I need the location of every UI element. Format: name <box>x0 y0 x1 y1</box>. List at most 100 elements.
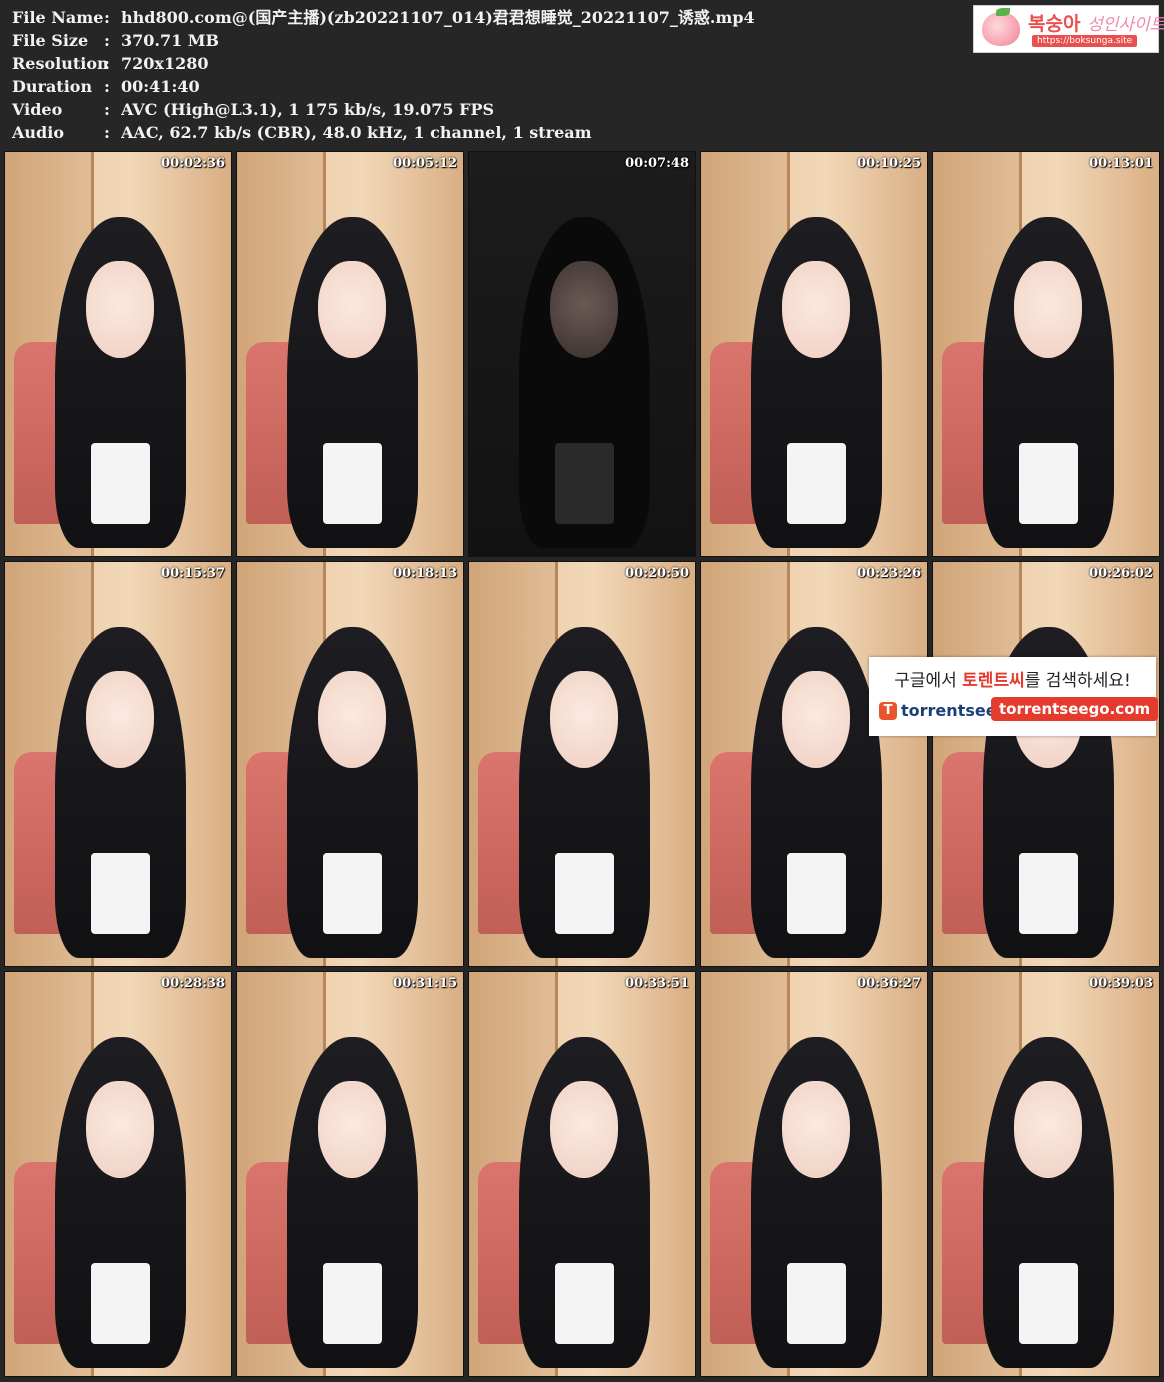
peach-icon <box>982 12 1020 46</box>
thumbnail-timestamp: 00:18:13 <box>393 566 457 581</box>
thumbnail[interactable]: 00:31:15 <box>236 971 464 1377</box>
thumbnail[interactable]: 00:23:26 <box>700 561 928 967</box>
clothing-shape <box>90 1262 150 1344</box>
thumbnail[interactable]: 00:26:02 <box>932 561 1160 967</box>
clothing-shape <box>786 442 846 524</box>
site-logo[interactable]: 복숭아 성인사이트 https://boksunga.site <box>973 5 1164 53</box>
logo-title: 복숭아 성인사이트 <box>1028 9 1164 36</box>
ad-brand-name: torrentsee <box>901 701 997 720</box>
thumbnail-timestamp: 00:10:25 <box>857 156 921 171</box>
face-shape <box>782 261 851 359</box>
thumbnail[interactable]: 00:33:51 <box>468 971 696 1377</box>
thumbnail-timestamp: 00:13:01 <box>1089 156 1153 171</box>
file-info-row-size: File Size : 370.71 MB <box>12 29 952 52</box>
thumbnail[interactable]: 00:15:37 <box>4 561 232 967</box>
logo-url: https://boksunga.site <box>1032 35 1138 47</box>
clothing-shape <box>322 442 382 524</box>
file-info-value: AAC, 62.7 kb/s (CBR), 48.0 kHz, 1 channe… <box>121 123 592 142</box>
clothing-shape <box>1018 852 1078 934</box>
leaf-icon <box>996 8 1010 16</box>
clothing-shape <box>554 1262 614 1344</box>
face-shape <box>782 1081 851 1179</box>
file-info-key: Audio <box>12 123 64 142</box>
thumbnail-timestamp: 00:26:02 <box>1089 566 1153 581</box>
logo-title-accent: 성인사이트 <box>1087 15 1164 35</box>
face-shape <box>550 261 619 359</box>
file-info-value: 720x1280 <box>121 54 209 73</box>
face-shape <box>550 671 619 769</box>
ad-headline: 구글에서 토렌트씨를 검색하세요! <box>869 666 1156 691</box>
thumbnail-timestamp: 00:33:51 <box>625 976 689 991</box>
clothing-shape <box>1018 1262 1078 1344</box>
file-info-key: Video <box>12 100 63 119</box>
clothing-shape <box>1018 442 1078 524</box>
thumbnail-timestamp: 00:23:26 <box>857 566 921 581</box>
ad-headline-prefix: 구글에서 <box>894 671 963 691</box>
logo-title-main: 복숭아 <box>1028 13 1081 35</box>
face-shape <box>318 671 387 769</box>
face-shape <box>318 261 387 359</box>
file-info-separator: : <box>104 77 110 96</box>
face-shape <box>1014 1081 1083 1179</box>
thumbnail-timestamp: 00:07:48 <box>625 156 689 171</box>
file-info-value: 370.71 MB <box>121 31 220 50</box>
thumbnail-timestamp: 00:28:38 <box>161 976 225 991</box>
thumbnail[interactable]: 00:05:12 <box>236 151 464 557</box>
thumbnail[interactable]: 00:07:48 <box>468 151 696 557</box>
file-info-row-resolution: Resolution : 720x1280 <box>12 52 952 75</box>
file-info-separator: : <box>104 123 110 142</box>
thumbnail[interactable]: 00:18:13 <box>236 561 464 967</box>
face-shape <box>782 671 851 769</box>
ad-banner[interactable]: 구글에서 토렌트씨를 검색하세요! T torrentsee torrentse… <box>869 657 1159 736</box>
ad-brand: T torrentsee <box>879 701 997 720</box>
file-info-key: Duration <box>12 77 93 96</box>
file-info-value: hhd800.com@(国产主播)(zb20221107_014)君君想睡觉_2… <box>121 8 755 27</box>
face-shape <box>550 1081 619 1179</box>
file-info-key: File Name <box>12 8 104 27</box>
file-info-separator: : <box>104 54 110 73</box>
clothing-shape <box>322 1262 382 1344</box>
thumbnail[interactable]: 00:28:38 <box>4 971 232 1377</box>
thumbnail-timestamp: 00:39:03 <box>1089 976 1153 991</box>
clothing-shape <box>786 1262 846 1344</box>
clothing-shape <box>554 442 614 524</box>
thumbnail[interactable]: 00:13:01 <box>932 151 1160 557</box>
clothing-shape <box>90 852 150 934</box>
thumbnail-grid: 00:02:36 00:05:12 00:07:48 00:10:25 00:1… <box>4 151 1162 1380</box>
thumbnail-timestamp: 00:02:36 <box>161 156 225 171</box>
thumbnail-timestamp: 00:15:37 <box>161 566 225 581</box>
file-info-value: 00:41:40 <box>121 77 200 96</box>
thumbnail-timestamp: 00:05:12 <box>393 156 457 171</box>
ad-headline-highlight: 토렌트씨 <box>962 671 1025 691</box>
thumbnail[interactable]: 00:20:50 <box>468 561 696 967</box>
torrentsee-icon: T <box>879 701 897 720</box>
file-info-panel: File Name : hhd800.com@(国产主播)(zb20221107… <box>12 6 952 144</box>
face-shape <box>1014 261 1083 359</box>
file-info-separator: : <box>104 8 110 27</box>
clothing-shape <box>322 852 382 934</box>
thumbnail[interactable]: 00:02:36 <box>4 151 232 557</box>
clothing-shape <box>90 442 150 524</box>
clothing-shape <box>786 852 846 934</box>
thumbnail-timestamp: 00:20:50 <box>625 566 689 581</box>
thumbnail-timestamp: 00:31:15 <box>393 976 457 991</box>
file-info-key: Resolution <box>12 54 109 73</box>
file-info-row-name: File Name : hhd800.com@(国产主播)(zb20221107… <box>12 6 952 29</box>
file-info-row-duration: Duration : 00:41:40 <box>12 75 952 98</box>
face-shape <box>86 261 155 359</box>
thumbnail[interactable]: 00:36:27 <box>700 971 928 1377</box>
face-shape <box>318 1081 387 1179</box>
file-info-separator: : <box>104 31 110 50</box>
thumbnail-timestamp: 00:36:27 <box>857 976 921 991</box>
face-shape <box>86 671 155 769</box>
file-info-key: File Size <box>12 31 89 50</box>
file-info-value: AVC (High@L3.1), 1 175 kb/s, 19.075 FPS <box>121 100 495 119</box>
file-info-separator: : <box>104 100 110 119</box>
thumbnail[interactable]: 00:10:25 <box>700 151 928 557</box>
thumbnail[interactable]: 00:39:03 <box>932 971 1160 1377</box>
ad-url-button[interactable]: torrentseego.com <box>991 697 1159 721</box>
file-info-row-video: Video : AVC (High@L3.1), 1 175 kb/s, 19.… <box>12 98 952 121</box>
face-shape <box>86 1081 155 1179</box>
ad-headline-suffix: 를 검색하세요! <box>1024 671 1131 691</box>
clothing-shape <box>554 852 614 934</box>
